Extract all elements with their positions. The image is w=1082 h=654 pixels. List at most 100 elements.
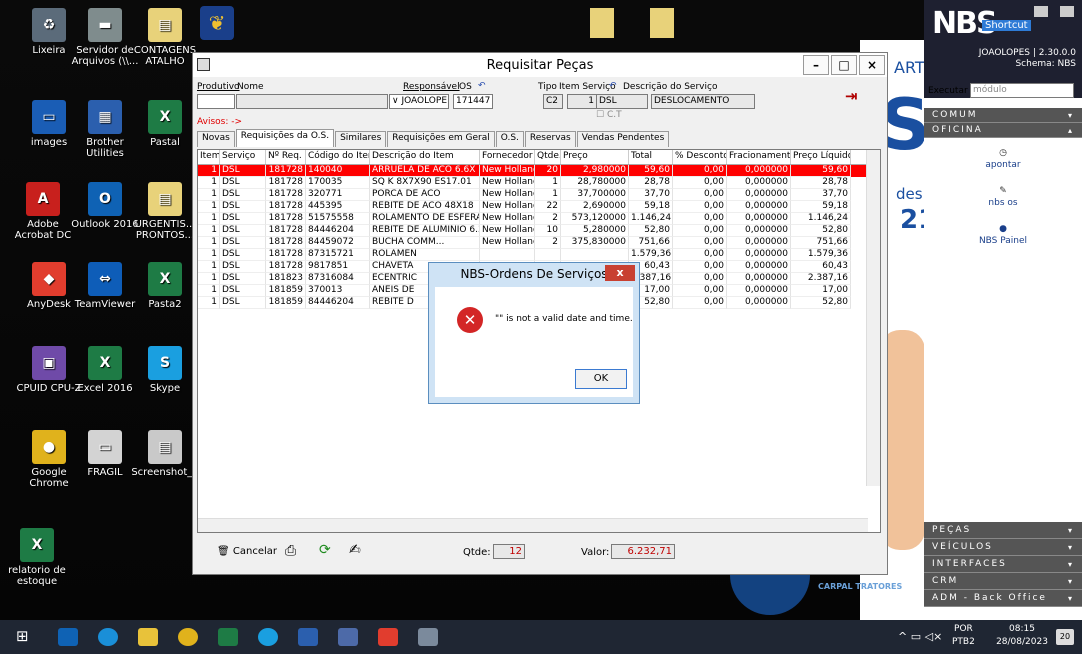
tab-novas[interactable]: Novas: [197, 131, 235, 147]
desktop-icon[interactable]: ▤ Screenshot_1: [130, 430, 200, 478]
section-adm[interactable]: ADM - Back Office ▾: [924, 590, 1082, 607]
panel-close-icon[interactable]: [1060, 6, 1074, 17]
desktop-icon[interactable]: Xrelatorio de estoque: [2, 528, 72, 587]
nome-field[interactable]: [236, 94, 388, 109]
column-header[interactable]: Nº Req.: [266, 150, 306, 164]
desktop-icon-label: Pastal: [150, 137, 180, 148]
table-cell: New Holland: [480, 165, 535, 177]
undo-servico-icon[interactable]: ↶: [609, 81, 617, 91]
section-crm[interactable]: CRM ▾: [924, 573, 1082, 590]
table-cell: 181728: [266, 213, 306, 225]
exit-door-icon[interactable]: ⇥: [845, 87, 863, 105]
undo-os-icon[interactable]: ↶: [478, 81, 486, 91]
windows-start-icon[interactable]: ⊞: [16, 627, 36, 645]
word-taskbar-icon[interactable]: [298, 628, 318, 646]
os-field[interactable]: 171447: [453, 94, 493, 109]
table-row[interactable]: 1 DSL 181728 320771 PORCA DE ACO New Holland 1…: [198, 189, 880, 201]
table-row[interactable]: 1 DSL 181728 87315721 ROLAMEN 1.579,36 0,00 0,0…: [198, 249, 880, 261]
desktop-icon[interactable]: X Pasta2: [130, 262, 200, 310]
desktop-icon[interactable]: ▤ URGENTIS... PRONTOS...: [130, 182, 200, 241]
servico-field[interactable]: DSL: [596, 94, 648, 109]
column-header[interactable]: Qtde.: [535, 150, 561, 164]
desktop-icon[interactable]: S Skype: [130, 346, 200, 394]
responsavel-select[interactable]: ∨ JOAOLOPE: [389, 94, 449, 109]
table-cell: [535, 249, 561, 261]
column-header[interactable]: Serviço: [220, 150, 266, 164]
table-row[interactable]: 1 DSL 181728 445395 REBITE DE ACO 48X18 New H…: [198, 201, 880, 213]
folder-excel-icon[interactable]: [590, 8, 614, 38]
table-row[interactable]: 1 DSL 181728 170035 SQ K 8X7X90 ES17.01 New H…: [198, 177, 880, 189]
tab-reservas[interactable]: Reservas: [524, 131, 576, 147]
ct-checkbox[interactable]: ☐ C.T: [596, 110, 622, 120]
print-icon[interactable]: ⎙: [285, 543, 296, 559]
responsavel-label: Responsável: [403, 82, 460, 92]
tab-os[interactable]: O.S.: [495, 131, 524, 147]
dialog-close-button[interactable]: x: [605, 265, 635, 281]
nbs-taskbar-icon[interactable]: [338, 628, 358, 646]
minimize-button[interactable]: –: [803, 55, 829, 75]
refresh-icon[interactable]: ⟳: [319, 542, 331, 558]
language-indicator[interactable]: POR PTB2: [952, 623, 975, 649]
tray-icons[interactable]: ^ ▭ ◁×: [898, 630, 942, 643]
column-header[interactable]: Preço: [561, 150, 629, 164]
table-row[interactable]: 1 DSL 181728 84446204 REBITE DE ALUMINIO 6.3…: [198, 225, 880, 237]
section-pecas[interactable]: PEÇAS ▾: [924, 522, 1082, 539]
table-cell: ROLAMENTO DE ESFERA: [370, 213, 480, 225]
column-header[interactable]: Descrição do Item: [370, 150, 480, 164]
executar-label: Executar: [928, 86, 968, 96]
column-header[interactable]: Fracionamento: [727, 150, 791, 164]
horizontal-scrollbar[interactable]: [198, 518, 868, 532]
descricao-field[interactable]: DESLOCAMENTO: [651, 94, 755, 109]
desktop-icon-image: ▤: [148, 430, 182, 464]
column-header[interactable]: Preço Líquido: [791, 150, 851, 164]
help-icon[interactable]: [1034, 6, 1048, 17]
table-row[interactable]: 1 DSL 181728 51575558 ROLAMENTO DE ESFERA New…: [198, 213, 880, 225]
explorer-taskbar-icon[interactable]: [138, 628, 158, 646]
desktop-icon[interactable]: ▤ CONTAGENS ATALHO: [130, 8, 200, 67]
excel-taskbar-icon[interactable]: [218, 628, 238, 646]
table-row[interactable]: 1 DSL 181728 140040 ARRUELA DE ACO 6.6X New H…: [198, 165, 880, 177]
anydesk-taskbar-icon[interactable]: [378, 628, 398, 646]
vertical-scrollbar[interactable]: [866, 150, 880, 486]
section-veiculos[interactable]: VEÍCULOS ▾: [924, 539, 1082, 556]
folder-icon[interactable]: [650, 8, 674, 38]
sign-icon[interactable]: ✍: [349, 542, 361, 558]
new-holland-icon[interactable]: ❦: [200, 6, 234, 40]
cancelar-button[interactable]: 🗑 Cancelar: [217, 546, 277, 557]
section-interfaces[interactable]: INTERFACES ▾: [924, 556, 1082, 573]
outlook-taskbar-icon[interactable]: [58, 628, 78, 646]
tab-requisicoes-geral[interactable]: Requisições em Geral: [387, 131, 495, 147]
produtivo-field[interactable]: [197, 94, 235, 109]
chrome-taskbar-icon[interactable]: [178, 628, 198, 646]
tab-similares[interactable]: Similares: [335, 131, 387, 147]
item-apontar[interactable]: apontar: [924, 160, 1082, 170]
close-button[interactable]: ×: [859, 55, 885, 75]
column-header[interactable]: Código do Item: [306, 150, 370, 164]
item-nbs-painel[interactable]: NBS Painel: [924, 236, 1082, 246]
tipo-field[interactable]: C2: [543, 94, 563, 109]
column-header[interactable]: Fornecedor: [480, 150, 535, 164]
skype-taskbar-icon[interactable]: [258, 628, 278, 646]
dialog-titlebar[interactable]: NBS-Ordens De Serviços x: [429, 263, 639, 285]
dialog-message: "" is not a valid date and time.: [495, 314, 633, 324]
section-oficina[interactable]: OFICINA ▴: [924, 123, 1082, 138]
column-header[interactable]: Item: [198, 150, 220, 164]
column-header[interactable]: Total: [629, 150, 673, 164]
titlebar[interactable]: Requisitar Peças – □ ×: [193, 53, 887, 77]
app-taskbar-icon[interactable]: [418, 628, 438, 646]
ok-button[interactable]: OK: [575, 369, 627, 389]
edge-taskbar-icon[interactable]: [98, 628, 118, 646]
tab-requisicoes-os[interactable]: Requisições da O.S.: [235, 129, 335, 147]
maximize-button[interactable]: □: [831, 55, 857, 75]
item-field[interactable]: 1: [567, 94, 597, 109]
column-header[interactable]: % Desconto: [673, 150, 727, 164]
notification-icon[interactable]: 20: [1056, 629, 1074, 645]
table-row[interactable]: 1 DSL 181728 84459072 BUCHA COMM... New Holla…: [198, 237, 880, 249]
section-comum[interactable]: COMUM ▾: [924, 108, 1082, 123]
tab-vendas-pendentes[interactable]: Vendas Pendentes: [576, 131, 670, 147]
desktop-icon[interactable]: X Pastal: [130, 100, 200, 148]
executar-input[interactable]: módulo: [970, 83, 1074, 98]
desktop-icon[interactable]: A Adobe Acrobat DC: [8, 182, 78, 241]
item-nbs-os[interactable]: nbs os: [924, 198, 1082, 208]
clock[interactable]: 08:15 28/08/2023: [996, 623, 1048, 649]
